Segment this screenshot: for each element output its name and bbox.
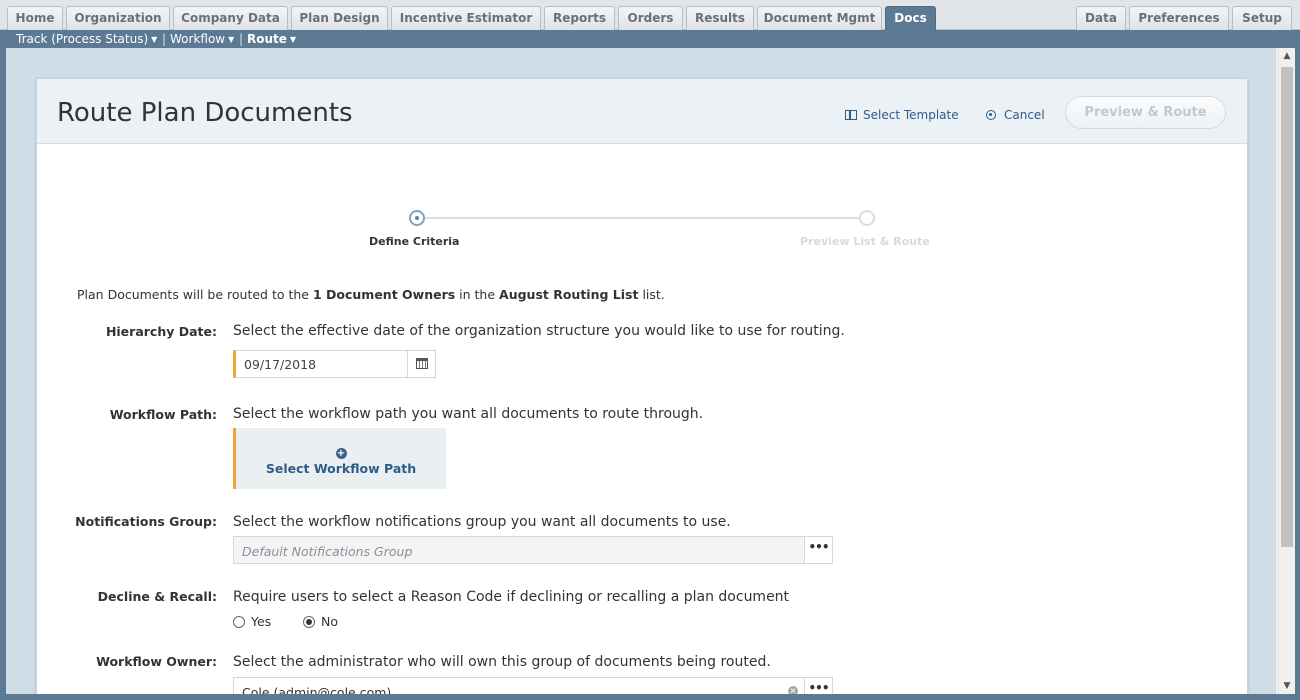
subnav-track-label: Track (Process Status) <box>16 32 149 46</box>
page-title: Route Plan Documents <box>57 98 353 128</box>
subnav-separator: | <box>239 32 244 46</box>
frame-right <box>1295 48 1300 700</box>
chevron-down-icon: ▼ <box>228 35 235 44</box>
route-card: Route Plan Documents Select Template Can… <box>36 78 1248 694</box>
hierarchy-date-field <box>233 350 436 378</box>
tab-company-data[interactable]: Company Data <box>173 6 288 30</box>
radio-no[interactable]: No <box>303 614 338 629</box>
tab-reports[interactable]: Reports <box>544 6 615 30</box>
card-header: Route Plan Documents Select Template Can… <box>37 79 1247 144</box>
notifications-lookup-button[interactable]: ••• <box>804 537 832 563</box>
subnav-track[interactable]: Track (Process Status) ▼ <box>16 32 157 46</box>
hierarchy-date-description: Select the effective date of the organiz… <box>233 323 845 339</box>
intro-list: August Routing List <box>499 287 639 302</box>
stepper-line <box>423 217 867 219</box>
workflow-owner-description: Select the administrator who will own th… <box>233 654 771 670</box>
scroll-up-icon[interactable]: ▲ <box>1279 48 1295 64</box>
intro-text: Plan Documents will be routed to the 1 D… <box>77 287 665 302</box>
intro-suffix: list. <box>638 287 665 302</box>
subnav-route[interactable]: Route ▼ <box>247 32 296 46</box>
notifications-group-field: ••• <box>233 536 833 564</box>
notifications-group-description: Select the workflow notifications group … <box>233 514 731 530</box>
select-workflow-path-button[interactable]: + Select Workflow Path <box>233 428 446 489</box>
hierarchy-date-label: Hierarchy Date: <box>105 324 217 339</box>
workflow-path-description: Select the workflow path you want all do… <box>233 406 704 422</box>
cancel-link[interactable]: Cancel <box>986 108 1045 122</box>
scrollbar-thumb[interactable] <box>1281 67 1293 547</box>
sub-nav: Track (Process Status) ▼ | Workflow ▼ | Ro… <box>0 30 1300 48</box>
workspace: Route Plan Documents Select Template Can… <box>6 48 1276 694</box>
clear-icon[interactable]: × <box>788 686 798 694</box>
notifications-group-label: Notifications Group: <box>75 514 217 529</box>
workflow-owner-input[interactable] <box>242 684 782 694</box>
intro-owners: 1 Document Owners <box>312 287 456 302</box>
cancel-icon <box>986 110 996 120</box>
chevron-down-icon: ▼ <box>289 35 297 44</box>
calendar-button[interactable] <box>407 351 435 377</box>
hierarchy-date-input[interactable] <box>244 356 404 372</box>
tab-incentive-estimator[interactable]: Incentive Estimator <box>391 6 541 30</box>
tab-results[interactable]: Results <box>686 6 754 30</box>
tab-plan-design[interactable]: Plan Design <box>291 6 388 30</box>
select-template-label: Select Template <box>863 108 959 122</box>
workflow-path-label: Workflow Path: <box>109 407 217 422</box>
tab-preferences[interactable]: Preferences <box>1129 6 1229 30</box>
radio-yes-circle <box>233 616 245 628</box>
select-workflow-path-label: Select Workflow Path <box>265 461 417 476</box>
frame-bottom <box>0 694 1300 700</box>
cancel-label: Cancel <box>1004 108 1045 122</box>
tab-home[interactable]: Home <box>7 6 63 30</box>
step-preview-label: Preview List & Route <box>800 235 930 248</box>
tab-document-mgmt[interactable]: Document Mgmt <box>757 6 882 30</box>
decline-recall-description: Require users to select a Reason Code if… <box>233 589 790 605</box>
tab-docs[interactable]: Docs <box>885 6 936 30</box>
step-define-criteria-label: Define Criteria <box>369 235 460 248</box>
tab-data[interactable]: Data <box>1076 6 1126 30</box>
radio-no-circle <box>303 616 315 628</box>
workflow-owner-lookup-button[interactable]: ••• <box>804 678 832 694</box>
plus-circle-icon: + <box>335 448 347 459</box>
tab-setup[interactable]: Setup <box>1232 6 1292 30</box>
radio-no-label: No <box>321 614 338 629</box>
subnav-separator: | <box>162 32 167 46</box>
decline-recall-label: Decline & Recall: <box>97 589 217 604</box>
select-template-link[interactable]: Select Template <box>845 108 959 122</box>
subnav-route-label: Route <box>247 32 287 46</box>
calendar-icon <box>416 358 428 369</box>
radio-yes-label: Yes <box>251 614 272 629</box>
step-preview-dot <box>859 210 875 226</box>
workflow-owner-label: Workflow Owner: <box>96 654 217 669</box>
preview-route-button[interactable]: Preview & Route <box>1065 96 1226 129</box>
tab-orders[interactable]: Orders <box>618 6 683 30</box>
chevron-down-icon: ▼ <box>151 35 158 44</box>
scroll-down-icon[interactable]: ▼ <box>1279 678 1295 694</box>
step-define-criteria-dot <box>409 210 425 226</box>
main-tab-bar: Home Organization Company Data Plan Desi… <box>0 0 1300 30</box>
subnav-workflow[interactable]: Workflow ▼ <box>170 32 234 46</box>
notifications-group-input[interactable] <box>242 543 782 559</box>
template-icon <box>845 110 857 120</box>
intro-prefix: Plan Documents will be routed to the <box>77 287 313 302</box>
intro-middle: in the <box>455 287 500 302</box>
vertical-scrollbar[interactable]: ▲ ▼ <box>1278 48 1295 694</box>
subnav-workflow-label: Workflow <box>170 32 226 46</box>
tab-organization[interactable]: Organization <box>66 6 170 30</box>
workflow-owner-field: × ••• <box>233 677 833 694</box>
radio-yes[interactable]: Yes <box>233 614 271 629</box>
